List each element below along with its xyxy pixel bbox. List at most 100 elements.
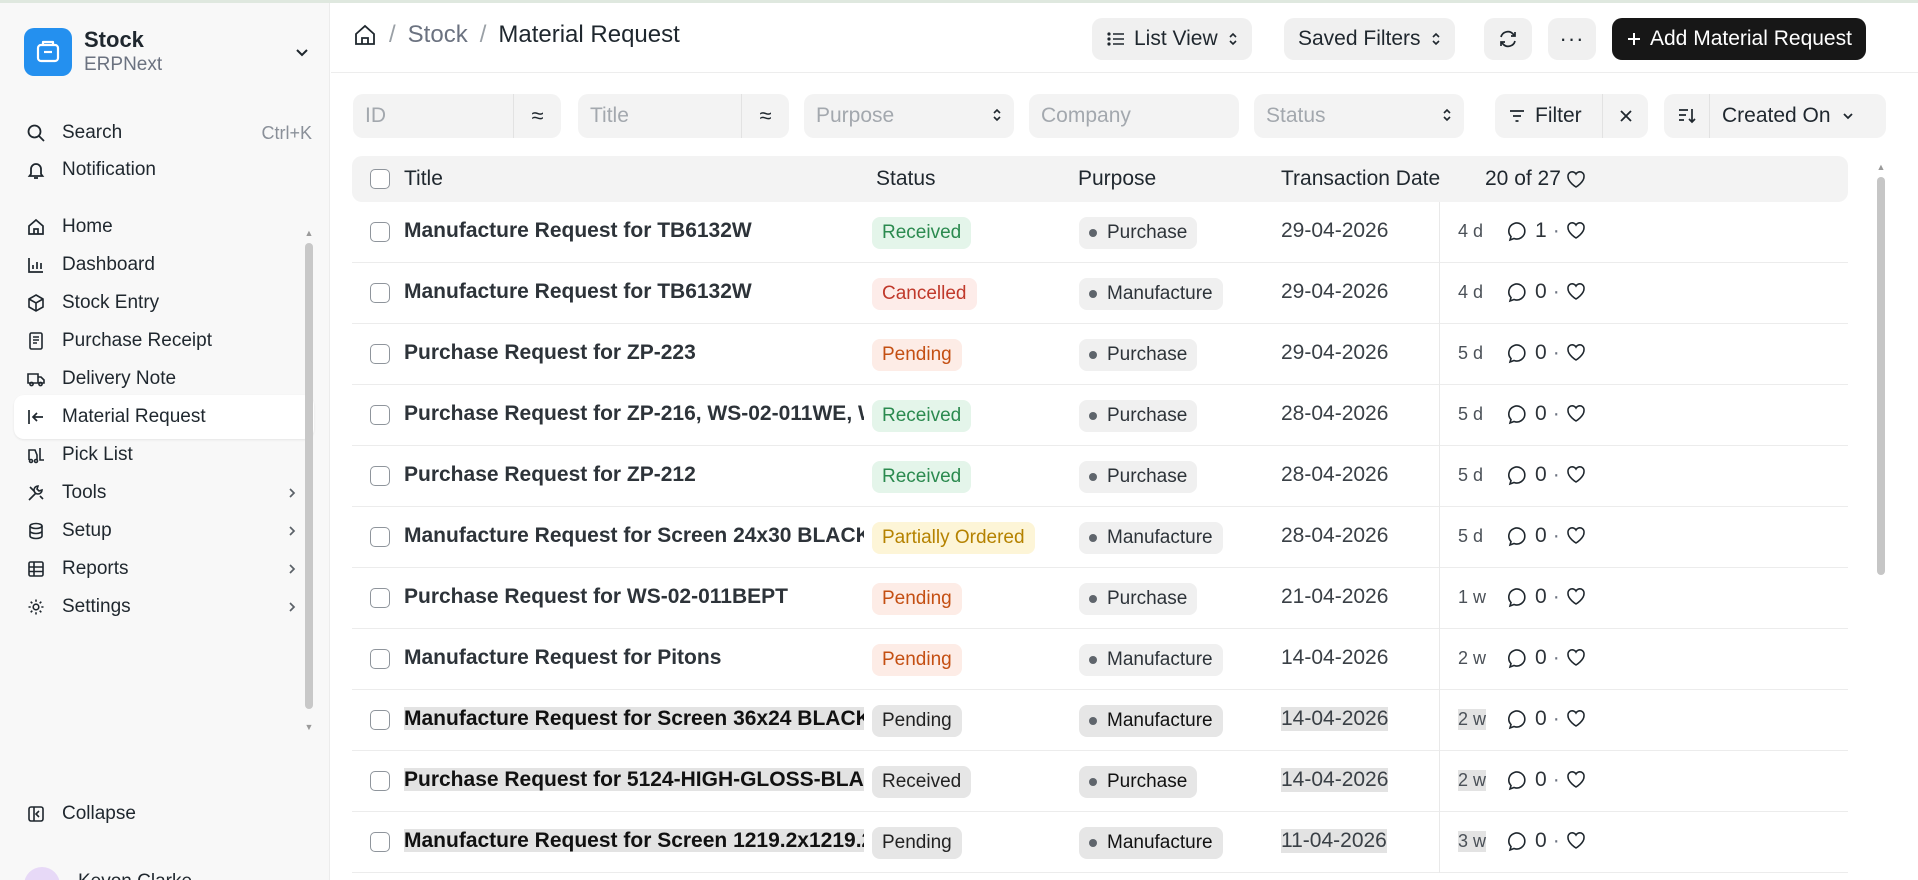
comment-count[interactable]: 0 ·: [1507, 646, 1560, 670]
approx-icon[interactable]: ≈: [513, 94, 561, 138]
breadcrumb-stock[interactable]: Stock: [408, 21, 468, 49]
table-row[interactable]: Manufacture Request for Screen 1219.2x12…: [352, 812, 1848, 873]
list-scrollbar[interactable]: ▲: [1876, 163, 1886, 880]
header-title[interactable]: Title: [404, 167, 443, 191]
comment-count[interactable]: 0 ·: [1507, 585, 1560, 609]
comment-number: 0: [1535, 585, 1547, 608]
comment-count[interactable]: 0 ·: [1507, 524, 1560, 548]
row-title[interactable]: Purchase Request for 5124-HIGH-GLOSS-BLA…: [404, 768, 864, 792]
id-filter-input[interactable]: ID ≈: [353, 94, 561, 138]
heart-icon[interactable]: [1565, 829, 1587, 857]
row-title[interactable]: Purchase Request for ZP-216, WS-02-011WE…: [404, 402, 864, 426]
heart-icon[interactable]: [1565, 707, 1587, 735]
scroll-down-icon[interactable]: ▼: [304, 723, 314, 732]
comment-count[interactable]: 0 ·: [1507, 280, 1560, 304]
row-title[interactable]: Manufacture Request for TB6132W: [404, 280, 864, 304]
table-row[interactable]: Manufacture Request for TB6132W Cancelled…: [352, 263, 1848, 324]
row-checkbox[interactable]: [370, 832, 390, 852]
row-checkbox[interactable]: [370, 466, 390, 486]
row-title[interactable]: Purchase Request for WS-02-011BEPT: [404, 585, 864, 609]
more-options-button[interactable]: ···: [1548, 18, 1596, 60]
comment-count[interactable]: 0 ·: [1507, 402, 1560, 426]
table-row[interactable]: Manufacture Request for Screen 36x24 BLA…: [352, 690, 1848, 751]
row-title[interactable]: Manufacture Request for Screen 36x24 BLA…: [404, 707, 864, 731]
scroll-up-icon[interactable]: ▲: [304, 229, 314, 238]
heart-icon[interactable]: [1565, 219, 1587, 247]
heart-icon[interactable]: [1565, 768, 1587, 796]
heart-icon[interactable]: [1565, 524, 1587, 552]
row-title[interactable]: Manufacture Request for Screen 1219.2x12…: [404, 829, 864, 853]
status-filter-select[interactable]: Status: [1254, 94, 1464, 138]
sort-selector[interactable]: Created On: [1664, 94, 1886, 138]
row-checkbox[interactable]: [370, 527, 390, 547]
sidebar-item-settings[interactable]: Settings: [14, 585, 314, 629]
refresh-button[interactable]: [1484, 18, 1532, 60]
heart-icon[interactable]: [1565, 168, 1587, 196]
heart-icon[interactable]: [1565, 280, 1587, 308]
row-checkbox[interactable]: [370, 405, 390, 425]
sidebar-notification[interactable]: Notification: [14, 148, 314, 192]
heart-icon[interactable]: [1565, 646, 1587, 674]
row-title[interactable]: Manufacture Request for Screen 24x30 BLA…: [404, 524, 864, 548]
table-row[interactable]: Purchase Request for 5124-HIGH-GLOSS-BLA…: [352, 751, 1848, 812]
column-divider: [1439, 446, 1440, 507]
heart-icon[interactable]: [1565, 402, 1587, 430]
row-checkbox[interactable]: [370, 588, 390, 608]
comment-count[interactable]: 0 ·: [1507, 341, 1560, 365]
row-title[interactable]: Manufacture Request for Pitons: [404, 646, 864, 670]
table-row[interactable]: Manufacture Request for TB6132W Received P…: [352, 202, 1848, 263]
scroll-thumb[interactable]: [1877, 177, 1885, 575]
table-row[interactable]: Manufacture Request for Screen 24x30 BLA…: [352, 507, 1848, 568]
purpose-filter-select[interactable]: Purpose: [804, 94, 1014, 138]
table-row[interactable]: Purchase Request for ZP-212 Received Purch…: [352, 446, 1848, 507]
scroll-thumb[interactable]: [305, 243, 313, 709]
approx-icon[interactable]: ≈: [741, 94, 789, 138]
row-checkbox[interactable]: [370, 771, 390, 791]
sort-direction-icon[interactable]: [1664, 94, 1710, 138]
heart-icon[interactable]: [1565, 463, 1587, 491]
company-filter-input[interactable]: Company: [1029, 94, 1239, 138]
clear-filter-icon[interactable]: [1602, 94, 1648, 138]
row-title[interactable]: Manufacture Request for TB6132W: [404, 219, 864, 243]
comment-count[interactable]: 0 ·: [1507, 829, 1560, 853]
comment-count[interactable]: 0 ·: [1507, 707, 1560, 731]
sidebar-scrollbar[interactable]: ▲ ▼: [304, 229, 314, 732]
app-switcher[interactable]: Stock ERPNext: [24, 25, 314, 79]
title-filter-input[interactable]: Title ≈: [578, 94, 789, 138]
chevron-right-icon: [282, 559, 302, 579]
row-title[interactable]: Purchase Request for ZP-223: [404, 341, 864, 365]
row-checkbox[interactable]: [370, 283, 390, 303]
purpose-dot: [1089, 534, 1097, 542]
table-row[interactable]: Manufacture Request for Pitons Pending Man…: [352, 629, 1848, 690]
chevron-down-icon[interactable]: [290, 40, 314, 64]
saved-filters-button[interactable]: Saved Filters: [1284, 18, 1455, 60]
table-row[interactable]: Purchase Request for WS-02-011BEPT Pendin…: [352, 568, 1848, 629]
select-all-checkbox[interactable]: [370, 169, 390, 189]
header-status[interactable]: Status: [876, 167, 936, 191]
table-row[interactable]: Purchase Request for ZP-216, WS-02-011WE…: [352, 385, 1848, 446]
row-checkbox[interactable]: [370, 710, 390, 730]
collapse-button[interactable]: Collapse: [14, 792, 314, 836]
header-purpose[interactable]: Purpose: [1078, 167, 1156, 191]
comment-count[interactable]: 0 ·: [1507, 768, 1560, 792]
heart-icon[interactable]: [1565, 585, 1587, 613]
row-title[interactable]: Purchase Request for ZP-212: [404, 463, 864, 487]
user-menu[interactable]: KC Kevon Clarke: [24, 861, 192, 880]
table-row[interactable]: Purchase Request for ZP-223 Pending Purcha…: [352, 324, 1848, 385]
sidebar-item-label: Dashboard: [62, 254, 155, 275]
filter-button[interactable]: Filter: [1495, 94, 1648, 138]
comment-number: 0: [1535, 524, 1547, 547]
scroll-up-icon[interactable]: ▲: [1876, 163, 1886, 172]
row-checkbox[interactable]: [370, 344, 390, 364]
list-view-button[interactable]: List View: [1092, 18, 1252, 60]
row-checkbox[interactable]: [370, 649, 390, 669]
row-checkbox[interactable]: [370, 222, 390, 242]
header-transaction-date[interactable]: Transaction Date: [1281, 167, 1440, 191]
up-down-icon: [1431, 32, 1441, 46]
sidebar-item-label: Material Request: [62, 406, 206, 427]
heart-icon[interactable]: [1565, 341, 1587, 369]
home-icon[interactable]: [353, 23, 377, 47]
add-material-request-button[interactable]: Add Material Request: [1612, 18, 1866, 60]
comment-count[interactable]: 1 ·: [1507, 219, 1560, 243]
comment-count[interactable]: 0 ·: [1507, 463, 1560, 487]
